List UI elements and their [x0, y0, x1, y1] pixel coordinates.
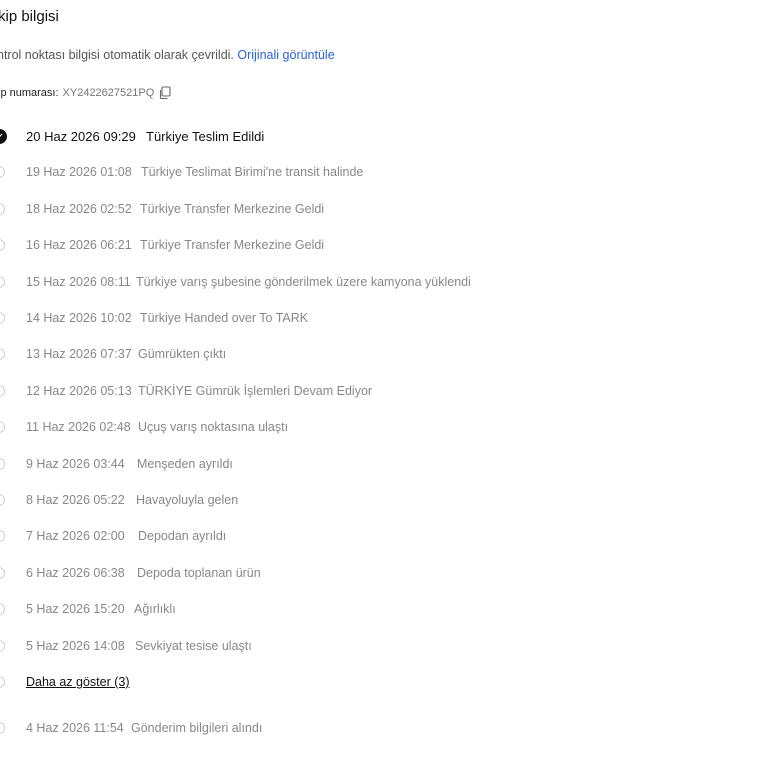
translation-notice-text: ntrol noktası bilgisi otomatik olarak çe… — [0, 48, 234, 62]
tracking-number: XY2422627521PQ — [62, 87, 155, 99]
event-date: 15 Haz 2026 08:11 — [26, 274, 131, 289]
timeline-event: 5 Haz 2026 14:08 Sevkiyat tesise ulaştı — [0, 628, 760, 664]
event-description: Türkiye varış şubesine gönderilmek üzere… — [136, 274, 471, 289]
event-description: Menşeden ayrıldı — [137, 456, 233, 471]
event-date: 19 Haz 2026 01:08 — [26, 165, 132, 180]
timeline-event: 18 Haz 2026 02:52 Türkiye Transfer Merkez… — [0, 191, 760, 227]
event-date: 7 Haz 2026 02:00 — [26, 529, 125, 544]
timeline-event: 16 Haz 2026 06:21 Türkiye Transfer Merkez… — [0, 227, 760, 263]
event-date: 11 Haz 2026 02:48 — [26, 420, 131, 435]
event-description: Ağırlıklı — [134, 602, 176, 617]
timeline-dot-icon — [0, 457, 5, 470]
event-description: Türkiye Handed over To TARK — [140, 311, 309, 325]
event-description: TÜRKİYE Gümrük İşlemleri Devam Ediyor — [138, 383, 373, 398]
copy-icon[interactable] — [158, 86, 172, 100]
timeline-event: 12 Haz 2026 05:13 TÜRKİYE Gümrük İşlemler… — [0, 373, 760, 409]
timeline-event: 7 Haz 2026 02:00 Depodan ayrıldı — [0, 518, 760, 554]
event-description: Uçuş varış noktasına ulaştı — [138, 420, 289, 435]
event-date: 9 Haz 2026 03:44 — [26, 456, 125, 471]
event-date: 5 Haz 2026 14:08 — [26, 638, 125, 653]
timeline-dot-icon — [0, 239, 5, 252]
show-less-link[interactable]: Daha az göster (3) — [26, 675, 130, 689]
event-description: Gönderim bilgileri alındı — [131, 721, 263, 735]
timeline-dot-icon — [0, 275, 5, 288]
event-description: Türkiye Transfer Merkezine Geldi — [140, 238, 325, 253]
event-date: 16 Haz 2026 06:21 — [26, 238, 132, 253]
event-description: Türkiye Teslimat Birimi'ne transit halin… — [141, 165, 364, 180]
timeline-dot-icon — [0, 566, 5, 579]
timeline-dot-icon — [0, 348, 5, 361]
timeline-event: 14 Haz 2026 10:02 Türkiye Handed over To … — [0, 300, 760, 336]
tracking-number-label: ip numarası: — [0, 87, 59, 99]
timeline-event: 5 Haz 2026 15:20 Ağırlıklı — [0, 591, 760, 627]
event-description: Türkiye Teslim Edildi — [146, 128, 265, 144]
event-description: Depodan ayrıldı — [138, 529, 227, 544]
event-description: Gümrükten çıktı — [138, 347, 227, 362]
timeline-event: 4 Haz 2026 11:54 Gönderim bilgileri alınd… — [0, 710, 760, 746]
timeline-dot-icon — [0, 603, 5, 616]
event-description: Sevkiyat tesise ulaştı — [135, 638, 252, 653]
event-date: 12 Haz 2026 05:13 — [26, 383, 132, 398]
timeline-event: 20 Haz 2026 09:29 Türkiye Teslim Edildi — [0, 118, 760, 154]
timeline-dot-icon — [0, 494, 5, 506]
event-date: 14 Haz 2026 10:02 — [26, 311, 132, 325]
timeline-event: 11 Haz 2026 02:48 Uçuş varış noktasına ul… — [0, 409, 760, 445]
timeline-event: 13 Haz 2026 07:37 Gümrükten çıktı — [0, 336, 760, 372]
show-less-row: Daha az göster (3) — [0, 664, 760, 700]
timeline-dot-icon — [0, 530, 5, 543]
event-date: 13 Haz 2026 07:37 — [26, 347, 132, 362]
timeline-event: 19 Haz 2026 01:08 Türkiye Teslimat Birimi… — [0, 154, 760, 190]
timeline-dot-icon — [0, 676, 5, 688]
timeline-dot-icon — [0, 722, 5, 734]
timeline-event: 8 Haz 2026 05:22 Havayoluyla gelen — [0, 482, 760, 518]
event-description: Depoda toplanan ürün — [137, 565, 261, 580]
event-date: 6 Haz 2026 06:38 — [26, 565, 125, 580]
timeline-dot-icon — [0, 639, 5, 652]
event-date: 8 Haz 2026 05:22 — [26, 493, 125, 507]
event-date: 18 Haz 2026 02:52 — [26, 201, 132, 216]
timeline-dot-icon — [0, 166, 5, 179]
translation-notice: ntrol noktası bilgisi otomatik olarak çe… — [0, 48, 335, 62]
event-date: 5 Haz 2026 15:20 — [26, 602, 125, 617]
timeline-dot-icon — [0, 312, 5, 324]
event-description: Türkiye Transfer Merkezine Geldi — [140, 201, 325, 216]
timeline-event: 9 Haz 2026 03:44 Menşeden ayrıldı — [0, 446, 760, 482]
page-title: kip bilgisi — [0, 8, 59, 25]
event-date: 4 Haz 2026 11:54 — [26, 721, 124, 735]
timeline-event: 6 Haz 2026 06:38 Depoda toplanan ürün — [0, 555, 760, 591]
event-date: 20 Haz 2026 09:29 — [26, 128, 136, 144]
timeline-dot-icon — [0, 384, 5, 397]
tracking-number-row: ip numarası: XY2422627521PQ — [0, 86, 172, 100]
timeline-event: 15 Haz 2026 08:11 Türkiye varış şubesine … — [0, 264, 760, 300]
timeline-dot-icon — [0, 202, 5, 215]
view-original-link[interactable]: Orijinali görüntüle — [237, 48, 334, 62]
event-description: Havayoluyla gelen — [136, 493, 239, 507]
timeline-dot-icon — [0, 421, 5, 434]
check-circle-icon — [0, 128, 7, 144]
